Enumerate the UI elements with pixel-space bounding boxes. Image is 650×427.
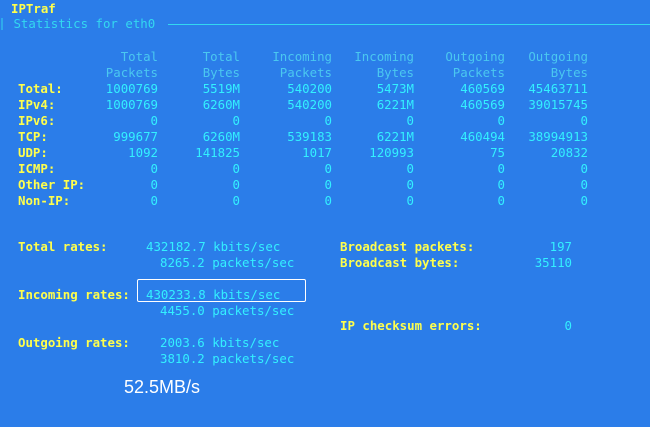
- outgoing-rates-kbits: 2003.6 kbits/sec: [160, 335, 280, 350]
- window-title: Statistics for eth0: [6, 16, 163, 31]
- column-header-1-top: Total: [120, 49, 158, 64]
- table-cell: 5473M: [376, 81, 414, 96]
- total-rates-packets: 8265.2 packets/sec: [160, 255, 295, 270]
- total-rates-kbits: 432182.7 kbits/sec: [146, 239, 281, 254]
- column-header-5-top: Outgoing: [445, 49, 505, 64]
- table-cell: 0: [497, 193, 505, 208]
- row-label: IPv6:: [18, 113, 56, 128]
- total-rates-label: Total rates:: [18, 239, 108, 254]
- table-cell: 6260M: [202, 129, 240, 144]
- table-cell: 0: [497, 161, 505, 176]
- column-header-5-bottom: Packets: [452, 65, 505, 80]
- incoming-rates-packets: 4455.0 packets/sec: [160, 303, 295, 318]
- table-cell: 0: [497, 113, 505, 128]
- table-cell: 0: [580, 177, 588, 192]
- table-cell: 540200: [287, 81, 332, 96]
- table-cell: 460569: [460, 81, 505, 96]
- column-header-6-bottom: Bytes: [550, 65, 588, 80]
- table-cell: 0: [580, 193, 588, 208]
- incoming-rate-highlight-box: [137, 279, 306, 302]
- column-header-1-bottom: Packets: [105, 65, 158, 80]
- broadcast-packets-label: Broadcast packets:: [340, 239, 475, 254]
- table-cell: 0: [497, 177, 505, 192]
- row-label: IPv4:: [18, 97, 56, 112]
- table-cell: 0: [324, 113, 332, 128]
- broadcast-bytes-value: 35110: [534, 255, 572, 270]
- table-cell: 0: [150, 177, 158, 192]
- table-cell: 6221M: [376, 129, 414, 144]
- table-cell: 0: [324, 193, 332, 208]
- table-cell: 20832: [550, 145, 588, 160]
- checksum-errors-value: 0: [564, 318, 572, 333]
- table-cell: 0: [580, 113, 588, 128]
- row-label: UDP:: [18, 145, 48, 160]
- column-header-4-bottom: Bytes: [376, 65, 414, 80]
- broadcast-bytes-label: Broadcast bytes:: [340, 255, 460, 270]
- table-cell: 1017: [302, 145, 332, 160]
- table-cell: 6221M: [376, 97, 414, 112]
- table-cell: 1000769: [105, 81, 158, 96]
- table-cell: 0: [580, 161, 588, 176]
- table-cell: 0: [406, 177, 414, 192]
- table-cell: 0: [150, 193, 158, 208]
- broadcast-packets-value: 197: [549, 239, 572, 254]
- column-header-3-top: Incoming: [272, 49, 332, 64]
- column-header-2-bottom: Bytes: [202, 65, 240, 80]
- table-cell: 460494: [460, 129, 505, 144]
- row-label: ICMP:: [18, 161, 56, 176]
- table-cell: 0: [324, 177, 332, 192]
- app-title: IPTraf: [11, 1, 56, 16]
- table-cell: 0: [232, 177, 240, 192]
- table-cell: 0: [232, 193, 240, 208]
- row-label: TCP:: [18, 129, 48, 144]
- row-label: Total:: [18, 81, 63, 96]
- table-cell: 0: [150, 113, 158, 128]
- table-cell: 460569: [460, 97, 505, 112]
- table-cell: 39015745: [528, 97, 588, 112]
- table-cell: 141825: [195, 145, 240, 160]
- outgoing-rates-label: Outgoing rates:: [18, 335, 130, 350]
- table-cell: 1000769: [105, 97, 158, 112]
- table-cell: 1092: [128, 145, 158, 160]
- window-frame-top-border: [168, 24, 650, 25]
- column-header-6-top: Outgoing: [528, 49, 588, 64]
- table-cell: 540200: [287, 97, 332, 112]
- window-frame-corner: [1, 18, 5, 30]
- table-cell: 0: [324, 161, 332, 176]
- table-cell: 0: [406, 193, 414, 208]
- column-header-3-bottom: Packets: [279, 65, 332, 80]
- incoming-rates-label: Incoming rates:: [18, 287, 130, 302]
- row-label: Non-IP:: [18, 193, 71, 208]
- table-cell: 120993: [369, 145, 414, 160]
- table-cell: 0: [406, 161, 414, 176]
- table-cell: 0: [150, 161, 158, 176]
- column-header-4-top: Incoming: [354, 49, 414, 64]
- table-cell: 0: [232, 113, 240, 128]
- speed-annotation: 52.5MB/s: [124, 377, 201, 397]
- table-cell: 5519M: [202, 81, 240, 96]
- table-cell: 999677: [113, 129, 158, 144]
- table-cell: 0: [232, 161, 240, 176]
- table-cell: 75: [490, 145, 505, 160]
- table-cell: 38994913: [528, 129, 588, 144]
- table-cell: 539183: [287, 129, 332, 144]
- column-header-2-top: Total: [202, 49, 240, 64]
- table-cell: 6260M: [202, 97, 240, 112]
- table-cell: 0: [406, 113, 414, 128]
- checksum-errors-label: IP checksum errors:: [340, 318, 482, 333]
- table-cell: 45463711: [528, 81, 588, 96]
- outgoing-rates-packets: 3810.2 packets/sec: [160, 351, 295, 366]
